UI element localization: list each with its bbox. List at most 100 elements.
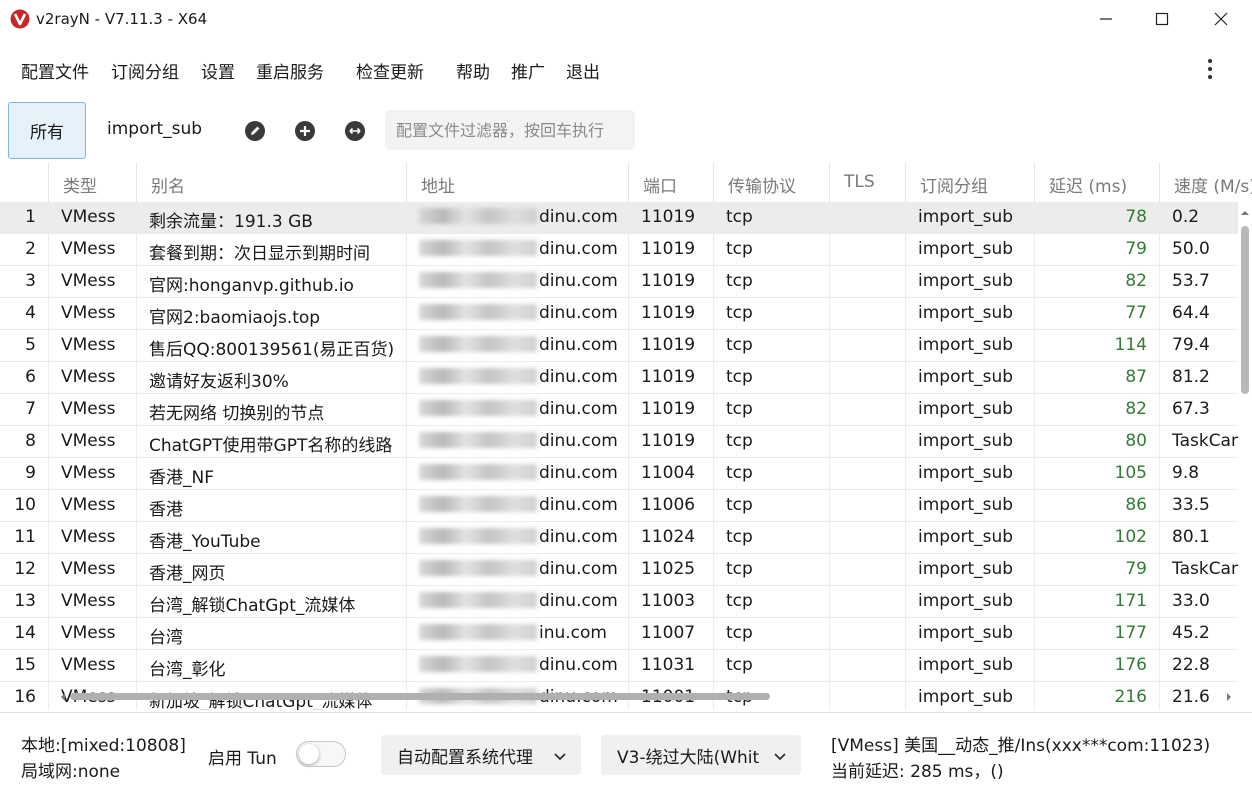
row-index: 12 (14, 559, 36, 579)
table-row[interactable]: 15 VMess 台湾_彰化 dinu.com 11031 tcp import_sub 17… (0, 650, 1238, 682)
vertical-scroll-thumb[interactable] (1241, 226, 1249, 394)
move-horizontal-icon[interactable] (344, 120, 366, 142)
close-button[interactable] (1198, 0, 1244, 38)
cell-type: VMess (48, 394, 136, 426)
redacted-address-mask (419, 592, 537, 608)
cell-port: 11025 (628, 554, 713, 586)
tab-import-sub[interactable]: import_sub (107, 119, 202, 139)
address-suffix: inu.com (539, 623, 607, 643)
more-options-icon[interactable] (1200, 56, 1220, 82)
table-row[interactable]: 3 VMess 官网:honganvp.github.io dinu.com 11019… (0, 266, 1238, 298)
cell-speed: TaskCan (1159, 554, 1238, 586)
cell-tls (829, 522, 905, 554)
system-proxy-value: 自动配置系统代理 (397, 748, 533, 768)
menu-promotion[interactable]: 推广 (511, 58, 545, 83)
menu-exit[interactable]: 退出 (566, 58, 600, 83)
cell-subscription-group: import_sub (905, 234, 1034, 266)
tun-toggle[interactable] (296, 741, 346, 767)
cell-port: 11019 (628, 202, 713, 234)
menu-profiles[interactable]: 配置文件 (21, 58, 89, 83)
table-row[interactable]: 6 VMess 邀请好友返利30% dinu.com 11019 tcp import_su… (0, 362, 1238, 394)
table-row[interactable]: 2 VMess 套餐到期：次日显示到期时间 dinu.com 11019 tcp impor… (0, 234, 1238, 266)
column-delay[interactable]: 延迟 (ms) (1034, 162, 1159, 202)
scroll-right-arrow-icon[interactable] (1224, 692, 1234, 702)
cell-subscription-group: import_sub (905, 298, 1034, 330)
horizontal-scroll-thumb[interactable] (70, 693, 770, 700)
redacted-address-mask (419, 240, 537, 256)
cell-delay: 176 (1034, 650, 1159, 682)
menu-settings[interactable]: 设置 (201, 58, 235, 83)
table-row[interactable]: 11 VMess 香港_YouTube dinu.com 11024 tcp import_… (0, 522, 1238, 554)
cell-type: VMess (48, 618, 136, 650)
column-tls[interactable]: TLS (829, 162, 905, 202)
cell-subscription-group: import_sub (905, 362, 1034, 394)
maximize-button[interactable] (1139, 0, 1185, 38)
current-node-status: [VMess] 美国__动态_推/Ins(xxx***com:11023) (831, 736, 1211, 756)
address-suffix: dinu.com (539, 239, 618, 259)
cell-subscription-group: import_sub (905, 490, 1034, 522)
tab-all[interactable]: 所有 (8, 102, 86, 159)
system-proxy-select[interactable]: 自动配置系统代理 (381, 735, 581, 775)
address-suffix: dinu.com (539, 527, 618, 547)
cell-alias: 台湾_彰化 (136, 650, 406, 682)
table-row[interactable]: 5 VMess 售后QQ:800139561(易正百货) dinu.com 11019 t… (0, 330, 1238, 362)
cell-type: VMess (48, 650, 136, 682)
column-alias[interactable]: 别名 (136, 162, 406, 202)
table-row[interactable]: 12 VMess 香港_网页 dinu.com 11025 tcp import_sub 79… (0, 554, 1238, 586)
column-network[interactable]: 传输协议 (713, 162, 829, 202)
table-row[interactable]: 10 VMess 香港 dinu.com 11006 tcp import_sub 86 33.… (0, 490, 1238, 522)
cell-address: dinu.com (406, 522, 628, 554)
cell-speed: 64.4 (1159, 298, 1238, 330)
column-subscription-group[interactable]: 订阅分组 (905, 162, 1034, 202)
menu-help[interactable]: 帮助 (456, 58, 490, 83)
cell-type: VMess (48, 202, 136, 234)
address-suffix: dinu.com (539, 399, 618, 419)
cell-network: tcp (713, 266, 829, 298)
cell-speed: 33.0 (1159, 586, 1238, 618)
routing-select[interactable]: V3-绕过大陆(Whit (601, 735, 801, 775)
column-type[interactable]: 类型 (48, 162, 136, 202)
cell-network: tcp (713, 554, 829, 586)
cell-address: inu.com (406, 618, 628, 650)
cell-subscription-group: import_sub (905, 266, 1034, 298)
cell-type: VMess (48, 522, 136, 554)
address-suffix: dinu.com (539, 303, 618, 323)
menu-check-update[interactable]: 检查更新 (356, 58, 424, 83)
table-row[interactable]: 14 VMess 台湾 inu.com 11007 tcp import_sub 177 45.… (0, 618, 1238, 650)
cell-alias: 台湾 (136, 618, 406, 650)
cell-tls (829, 682, 905, 710)
column-speed[interactable]: 速度 (M/s) (1159, 162, 1252, 202)
profile-filter-input[interactable] (385, 110, 635, 150)
table-row[interactable]: 13 VMess 台湾_解锁ChatGpt_流媒体 dinu.com 11003 tcp i… (0, 586, 1238, 618)
cell-address: dinu.com (406, 586, 628, 618)
cell-delay: 78 (1034, 202, 1159, 234)
column-address[interactable]: 地址 (406, 162, 628, 202)
cell-alias: 香港_网页 (136, 554, 406, 586)
cell-subscription-group: import_sub (905, 458, 1034, 490)
cell-alias: 香港 (136, 490, 406, 522)
add-icon[interactable] (294, 120, 316, 142)
cell-tls (829, 458, 905, 490)
cell-alias: ChatGPT使用带GPT名称的线路 (136, 426, 406, 458)
cell-delay: 86 (1034, 490, 1159, 522)
table-row[interactable]: 1 VMess 剩余流量：191.3 GB dinu.com 11019 tcp impor… (0, 202, 1238, 234)
menu-restart-service[interactable]: 重启服务 (256, 58, 324, 83)
redacted-address-mask (419, 272, 537, 288)
scroll-up-arrow-icon[interactable] (1240, 208, 1250, 218)
edit-icon[interactable] (244, 120, 266, 142)
table-row[interactable]: 9 VMess 香港_NF dinu.com 11004 tcp import_sub 105… (0, 458, 1238, 490)
table-row[interactable]: 7 VMess 若无网络 切换别的节点 dinu.com 11019 tcp import_… (0, 394, 1238, 426)
cell-delay: 171 (1034, 586, 1159, 618)
scroll-left-arrow-icon[interactable] (58, 692, 68, 702)
minimize-button[interactable] (1083, 0, 1129, 38)
vertical-scrollbar[interactable] (1238, 206, 1252, 706)
menu-subscription-group[interactable]: 订阅分组 (111, 58, 179, 83)
redacted-address-mask (419, 368, 537, 384)
row-index: 13 (14, 591, 36, 611)
table-row[interactable]: 8 VMess ChatGPT使用带GPT名称的线路 dinu.com 11019 tcp… (0, 426, 1238, 458)
cell-alias: 台湾_解锁ChatGpt_流媒体 (136, 586, 406, 618)
cell-tls (829, 426, 905, 458)
column-port[interactable]: 端口 (628, 162, 713, 202)
redacted-address-mask (419, 432, 537, 448)
table-row[interactable]: 4 VMess 官网2:baomiaojs.top dinu.com 11019 tcp i… (0, 298, 1238, 330)
